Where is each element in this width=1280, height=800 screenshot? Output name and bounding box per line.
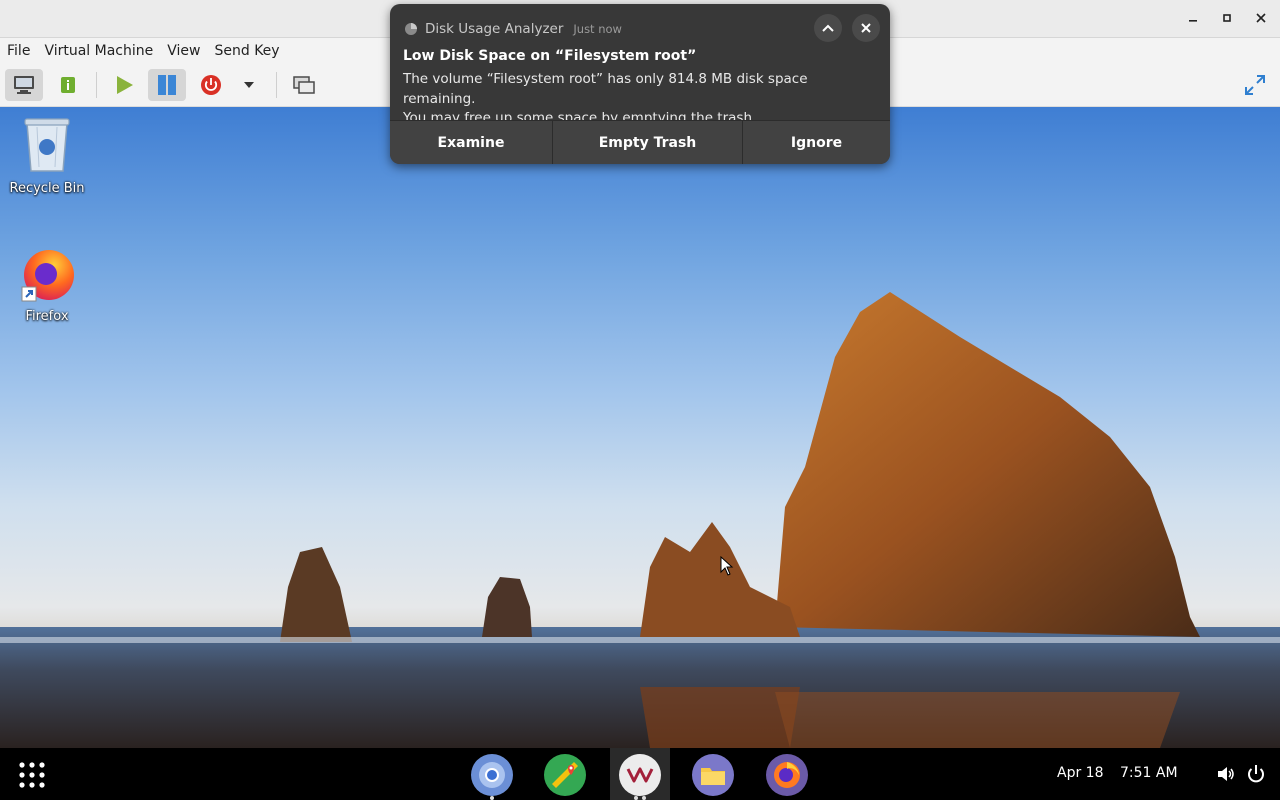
shutdown-button[interactable]	[192, 69, 230, 101]
taskbar-app-files[interactable]	[692, 754, 734, 796]
mouse-pointer-icon	[720, 556, 734, 576]
notification-time: Just now	[573, 22, 622, 36]
empty-trash-button[interactable]: Empty Trash	[552, 121, 742, 164]
files-icon	[701, 768, 725, 785]
close-icon	[861, 23, 871, 33]
vm-icon	[626, 767, 654, 783]
minimize-button[interactable]	[1180, 6, 1206, 30]
menu-file[interactable]: File	[0, 38, 37, 64]
toolbar-separator	[276, 72, 277, 98]
maximize-button[interactable]	[1214, 6, 1240, 30]
running-indicator	[490, 796, 494, 800]
running-indicator	[642, 796, 646, 800]
chevron-down-icon	[244, 82, 254, 88]
details-view-button[interactable]	[49, 69, 87, 101]
volume-button[interactable]	[1216, 765, 1236, 787]
taskbar-app-firefox[interactable]	[766, 754, 808, 796]
toolbar-separator	[96, 72, 97, 98]
firefox-icon	[21, 250, 74, 302]
disk-usage-analyzer-icon	[405, 23, 417, 35]
notification-actions: Examine Empty Trash Ignore	[390, 120, 890, 164]
close-window-button[interactable]	[1248, 6, 1274, 30]
snapshot-manager-button[interactable]	[285, 69, 323, 101]
menu-virtual-machine[interactable]: Virtual Machine	[37, 38, 160, 64]
minimize-icon	[1189, 20, 1197, 22]
menu-view[interactable]: View	[160, 38, 207, 64]
console-icon	[14, 76, 34, 94]
fullscreen-icon	[1245, 75, 1265, 95]
maps-icon	[552, 762, 578, 788]
desktop-icon-firefox[interactable]: Firefox	[1, 247, 93, 324]
close-notification-button[interactable]	[852, 14, 880, 42]
desktop-icon-recycle-bin[interactable]: Recycle Bin	[1, 113, 93, 196]
examine-button[interactable]: Examine	[390, 121, 552, 164]
chevron-up-icon	[822, 24, 834, 32]
notification-header: Disk Usage Analyzer Just now	[404, 18, 622, 40]
chrome-icon	[479, 762, 505, 788]
run-button[interactable]	[105, 69, 143, 101]
app-launcher-button[interactable]	[16, 759, 48, 791]
taskbar-app-maps[interactable]	[544, 754, 586, 796]
volume-icon	[1218, 767, 1234, 781]
ignore-button[interactable]: Ignore	[742, 121, 890, 164]
pause-button[interactable]	[148, 69, 186, 101]
taskbar-app-chrome[interactable]	[471, 754, 513, 796]
firefox-icon	[774, 762, 800, 788]
notification-app-name: Disk Usage Analyzer	[425, 21, 564, 37]
desktop-icon-label: Firefox	[25, 309, 69, 324]
desktop[interactable]: Recycle Bin Firefox	[0, 107, 1280, 748]
taskbar: Apr 18 7:51 AM	[0, 748, 1280, 800]
details-icon	[61, 77, 75, 93]
collapse-notification-button[interactable]	[814, 14, 842, 42]
power-button[interactable]	[1246, 764, 1266, 788]
app-grid-icon	[19, 762, 45, 788]
console-view-button[interactable]	[5, 69, 43, 101]
shutdown-menu-button[interactable]	[231, 69, 267, 101]
notification-body-line: The volume “Filesystem root” has only 81…	[403, 71, 808, 107]
window-controls	[1180, 6, 1274, 30]
taskbar-app-virt-manager[interactable]	[619, 754, 661, 796]
power-icon	[1248, 765, 1264, 783]
menu-send-key[interactable]: Send Key	[207, 38, 286, 64]
running-indicator	[634, 796, 638, 800]
taskbar-date[interactable]: Apr 18	[1057, 765, 1103, 781]
pause-icon	[158, 75, 176, 95]
desktop-icon-label: Recycle Bin	[9, 181, 85, 196]
run-icon	[117, 76, 133, 94]
disk-space-notification: Disk Usage Analyzer Just now Low Disk Sp…	[390, 4, 890, 164]
snapshot-icon	[293, 76, 315, 94]
recycle-bin-icon	[24, 118, 70, 172]
maximize-icon	[1223, 14, 1231, 22]
close-icon	[1256, 13, 1266, 23]
notification-title: Low Disk Space on “Filesystem root”	[403, 48, 697, 64]
fullscreen-button[interactable]	[1236, 69, 1274, 101]
shutdown-icon	[201, 75, 221, 95]
taskbar-time[interactable]: 7:51 AM	[1120, 765, 1178, 781]
wallpaper-landscape	[0, 292, 1280, 748]
